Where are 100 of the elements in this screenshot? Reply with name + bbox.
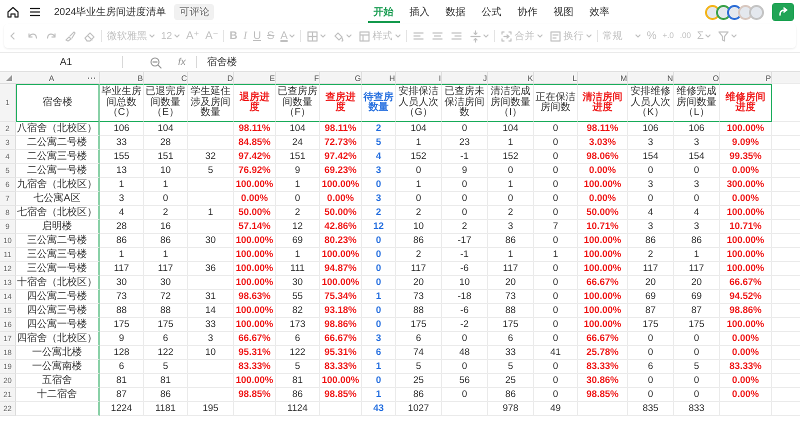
user-avatar[interactable] bbox=[705, 4, 720, 20]
table-cell: 86 bbox=[396, 234, 442, 248]
caret-icon bbox=[634, 33, 641, 39]
table-cell: 5 bbox=[488, 360, 534, 374]
table-cell: 88 bbox=[144, 304, 188, 318]
table-cell: 0.00% bbox=[320, 192, 362, 206]
table-cell: 2 bbox=[396, 206, 442, 220]
table-cell: 100.00% bbox=[320, 248, 362, 262]
table-cell: 66.67% bbox=[720, 276, 772, 290]
column-letter[interactable]: N bbox=[628, 72, 674, 84]
formula-input[interactable]: 宿舍楼 bbox=[206, 55, 237, 69]
table-cell: 0 bbox=[442, 332, 488, 346]
column-letter[interactable]: M bbox=[578, 72, 628, 84]
table-cell: 0 bbox=[534, 178, 578, 192]
table-cell: 2 bbox=[396, 248, 442, 262]
table-cell: 122 bbox=[276, 346, 320, 360]
column-letter[interactable]: L bbox=[534, 72, 578, 84]
table-cell: 五宿舍 bbox=[16, 374, 100, 388]
column-letter[interactable]: O bbox=[674, 72, 720, 84]
table-cell: 12 bbox=[276, 220, 320, 234]
column-letter[interactable]: K bbox=[488, 72, 534, 84]
home-icon[interactable] bbox=[6, 5, 20, 19]
table-cell: 69 bbox=[628, 290, 674, 304]
column-menu-button[interactable]: ⋯ bbox=[87, 73, 96, 83]
table-style-icon bbox=[358, 30, 371, 42]
table-cell: -1 bbox=[442, 150, 488, 164]
table-cell: -2 bbox=[442, 318, 488, 332]
table-cell: 104 bbox=[276, 122, 320, 136]
table-cell: 3 bbox=[628, 178, 674, 192]
table-cell: 2 bbox=[144, 206, 188, 220]
table-cell: 80.23% bbox=[320, 234, 362, 248]
table-cell: 0.00% bbox=[720, 388, 772, 402]
column-letter[interactable]: J bbox=[442, 72, 488, 84]
table-cell: 20 bbox=[628, 276, 674, 290]
table-cell: 1 bbox=[362, 290, 396, 304]
table-cell: 0 bbox=[628, 374, 674, 388]
table-cell: 82 bbox=[276, 304, 320, 318]
share-button[interactable] bbox=[772, 3, 794, 21]
table-cell: 151 bbox=[144, 150, 188, 164]
column-header: 待查房数量 bbox=[362, 84, 396, 122]
table-cell: 1 bbox=[534, 248, 578, 262]
column-header: 安排维修人员人次（K） bbox=[628, 84, 674, 122]
table-cell: 九宿舍（北校区） bbox=[16, 178, 100, 192]
table-cell: 86 bbox=[396, 388, 442, 402]
table-cell: -18 bbox=[442, 290, 488, 304]
menu-tab[interactable]: 协作 bbox=[512, 2, 544, 22]
table-cell: 0 bbox=[534, 332, 578, 346]
menu-tab[interactable]: 数据 bbox=[440, 2, 472, 22]
column-letter[interactable]: E bbox=[234, 72, 276, 84]
table-cell: 1224 bbox=[100, 402, 144, 416]
column-letter[interactable]: C bbox=[144, 72, 188, 84]
table-cell: 36 bbox=[188, 262, 234, 276]
zoom-icon[interactable] bbox=[149, 56, 162, 68]
table-cell: 100.00% bbox=[234, 234, 276, 248]
table-cell: 0.00% bbox=[578, 164, 628, 178]
table-cell: 98.63% bbox=[234, 290, 276, 304]
table-cell: 1 bbox=[100, 248, 144, 262]
column-header: 清洁房间进度 bbox=[578, 84, 628, 122]
menu-tab[interactable]: 效率 bbox=[584, 2, 616, 22]
column-header: 毕业生房间总数（C） bbox=[100, 84, 144, 122]
menu-icon[interactable] bbox=[28, 5, 42, 19]
cell-reference-field[interactable]: A1 bbox=[0, 56, 112, 68]
table-cell: 24 bbox=[276, 136, 320, 150]
column-letter[interactable]: A ⋯ bbox=[16, 72, 100, 84]
table-cell: 117 bbox=[144, 262, 188, 276]
table-cell: 0 bbox=[362, 234, 396, 248]
empty-cell bbox=[188, 122, 234, 136]
table-cell: 5 bbox=[674, 360, 720, 374]
table-cell: 152 bbox=[396, 150, 442, 164]
table-cell: 6 bbox=[144, 332, 188, 346]
function-button[interactable]: fx bbox=[178, 56, 186, 68]
table-cell: 111 bbox=[276, 262, 320, 276]
table-cell: 八宿舍（北校区） bbox=[16, 122, 100, 136]
table-cell: 6 bbox=[396, 332, 442, 346]
table-cell: 0 bbox=[362, 276, 396, 290]
table-cell: 94.87% bbox=[320, 262, 362, 276]
menu-tab[interactable]: 插入 bbox=[404, 2, 436, 22]
table-cell: 33 bbox=[188, 318, 234, 332]
table-cell: 0 bbox=[362, 374, 396, 388]
column-letter[interactable]: D bbox=[188, 72, 234, 84]
table-cell: 98.11% bbox=[320, 122, 362, 136]
menu-tab[interactable]: 公式 bbox=[476, 2, 508, 22]
table-cell: 69.23% bbox=[320, 164, 362, 178]
table-cell: 100.00% bbox=[720, 122, 772, 136]
table-cell: 20 bbox=[396, 276, 442, 290]
column-letter[interactable]: B bbox=[100, 72, 144, 84]
table-cell: 72 bbox=[144, 290, 188, 304]
column-letter[interactable]: I bbox=[396, 72, 442, 84]
column-letter[interactable]: F bbox=[276, 72, 320, 84]
column-letter[interactable]: G bbox=[320, 72, 362, 84]
column-letter[interactable]: P bbox=[720, 72, 772, 84]
table-cell: 0 bbox=[362, 318, 396, 332]
table-cell: 49 bbox=[534, 402, 578, 416]
table-cell: 84.85% bbox=[234, 136, 276, 150]
menu-tab[interactable]: 视图 bbox=[548, 2, 580, 22]
table-cell: 12 bbox=[362, 220, 396, 234]
table-cell: 83.33% bbox=[234, 360, 276, 374]
column-letter[interactable]: H bbox=[362, 72, 396, 84]
table-cell: 0 bbox=[144, 192, 188, 206]
table-cell: 95.31% bbox=[234, 346, 276, 360]
